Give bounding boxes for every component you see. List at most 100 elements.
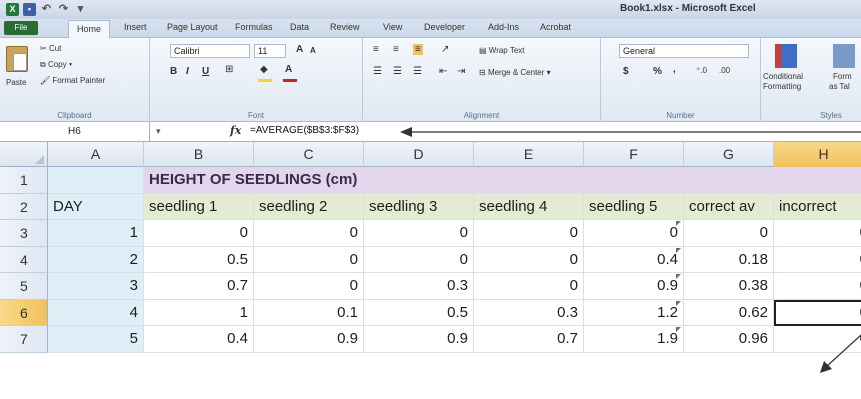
error-indicator-icon[interactable] <box>676 247 681 253</box>
column-header-a[interactable]: A <box>48 142 144 167</box>
column-header-e[interactable]: E <box>474 142 584 167</box>
sheet-title-cell[interactable]: HEIGHT OF SEEDLINGS (cm) <box>144 167 861 194</box>
insert-function-button[interactable]: fx <box>230 124 241 137</box>
data-cell[interactable]: 0.7 <box>474 326 584 353</box>
tab-developer[interactable]: Developer <box>424 22 465 32</box>
tab-data[interactable]: Data <box>290 22 309 32</box>
data-cell[interactable]: 1.2 <box>584 299 684 326</box>
row-header-6[interactable]: 6 <box>0 299 48 326</box>
align-right-icon[interactable]: ☰ <box>413 66 422 77</box>
column-label-cell[interactable]: seedling 4 <box>474 193 584 220</box>
align-bottom-icon[interactable]: ≡ <box>413 44 423 55</box>
format-painter-button[interactable]: 🖌 Format Painter <box>40 76 105 85</box>
error-indicator-icon[interactable] <box>676 327 681 332</box>
orientation-icon[interactable]: ↗ <box>441 44 449 55</box>
data-cell[interactable]: 0 <box>364 246 474 273</box>
redo-icon[interactable]: ↷ <box>57 3 70 16</box>
row-header-7[interactable]: 7 <box>0 326 48 353</box>
column-header-g[interactable]: G <box>684 142 774 167</box>
comma-button[interactable]: , <box>673 64 676 75</box>
data-cell[interactable]: 0 <box>474 273 584 300</box>
data-cell[interactable]: 0 <box>474 220 584 247</box>
italic-button[interactable]: I <box>186 66 189 77</box>
tab-home[interactable]: Home <box>68 20 111 38</box>
row-header-4[interactable]: 4 <box>0 246 48 273</box>
data-cell[interactable]: 0.9 <box>254 326 364 353</box>
align-middle-icon[interactable]: ≡ <box>393 44 399 55</box>
conditional-formatting-label-2[interactable]: Formatting <box>763 82 801 91</box>
name-box[interactable]: H6 <box>0 122 150 142</box>
error-indicator-icon[interactable] <box>676 274 681 279</box>
copy-button[interactable]: ⧉ Copy ▾ <box>40 60 72 70</box>
font-size-select[interactable]: 11 <box>254 44 286 58</box>
tab-page-layout[interactable]: Page Layout <box>167 22 218 32</box>
data-cell[interactable]: 0 <box>364 220 474 247</box>
data-cell[interactable]: 0 <box>774 220 861 247</box>
column-label-cell[interactable]: seedling 3 <box>364 193 474 220</box>
number-format-select[interactable]: General <box>619 44 749 58</box>
column-label-cell[interactable]: seedling 5 <box>584 193 684 220</box>
data-cell[interactable]: 1 <box>144 299 254 326</box>
data-cell[interactable]: 0.4 <box>584 246 684 273</box>
data-cell[interactable]: 0 <box>774 246 861 273</box>
bold-button[interactable]: B <box>170 66 177 77</box>
data-cell[interactable]: 0 <box>774 273 861 300</box>
tab-acrobat[interactable]: Acrobat <box>540 22 571 32</box>
column-label-cell[interactable]: seedling 1 <box>144 193 254 220</box>
data-cell[interactable]: 0 <box>254 220 364 247</box>
grow-font-button[interactable]: A <box>296 44 303 55</box>
currency-button[interactable]: $ <box>623 66 629 77</box>
day-header-cell[interactable]: DAY <box>48 193 144 220</box>
tab-add-ins[interactable]: Add-Ins <box>488 22 519 32</box>
data-cell[interactable]: 0 <box>684 220 774 247</box>
data-cell[interactable]: 0.3 <box>474 299 584 326</box>
column-header-d[interactable]: D <box>364 142 474 167</box>
save-icon[interactable]: ▪ <box>23 3 36 16</box>
name-box-dropdown-icon[interactable]: ▾ <box>156 126 161 137</box>
data-cell[interactable]: 0.3 <box>364 273 474 300</box>
data-cell[interactable]: 0.5 <box>364 299 474 326</box>
data-cell[interactable]: 0.5 <box>144 246 254 273</box>
data-cell[interactable]: 0.96 <box>684 326 774 353</box>
increase-decimal-icon[interactable]: ⁺.0 <box>696 66 707 75</box>
column-header-c[interactable]: C <box>254 142 364 167</box>
borders-icon[interactable]: ⊞ <box>225 64 233 75</box>
data-cell[interactable]: 0.18 <box>684 246 774 273</box>
error-indicator-icon[interactable] <box>676 221 681 226</box>
undo-icon[interactable]: ↶ <box>40 3 53 16</box>
data-cell[interactable]: 0 <box>584 220 684 247</box>
customize-qat-icon[interactable]: ▾ <box>74 3 87 16</box>
decrease-decimal-icon[interactable]: .00 <box>719 66 730 75</box>
tab-view[interactable]: View <box>383 22 402 32</box>
data-cell[interactable]: 1.9 <box>584 326 684 353</box>
column-label-cell[interactable]: correct av <box>684 193 774 220</box>
data-cell[interactable]: 0.38 <box>684 273 774 300</box>
day-cell[interactable]: 4 <box>48 299 144 326</box>
column-label-cell[interactable]: seedling 2 <box>254 193 364 220</box>
row-header-2[interactable]: 2 <box>0 193 48 220</box>
data-cell[interactable]: 0 <box>144 220 254 247</box>
column-header-h[interactable]: H <box>774 142 861 167</box>
conditional-formatting-icon[interactable] <box>775 44 797 68</box>
font-name-select[interactable]: Calibri <box>170 44 250 58</box>
align-center-icon[interactable]: ☰ <box>393 66 402 77</box>
font-color-icon[interactable]: A <box>285 64 292 75</box>
data-cell[interactable]: 0.4 <box>144 326 254 353</box>
column-header-b[interactable]: B <box>144 142 254 167</box>
fill-color-icon[interactable]: ◆ <box>260 64 268 75</box>
formula-input[interactable]: =AVERAGE($B$3:$F$3) <box>250 125 359 136</box>
row-header-5[interactable]: 5 <box>0 273 48 300</box>
tab-review[interactable]: Review <box>330 22 360 32</box>
align-left-icon[interactable]: ☰ <box>373 66 382 77</box>
data-cell[interactable]: 0.1 <box>254 299 364 326</box>
paste-icon[interactable] <box>6 46 28 72</box>
data-cell[interactable]: 0.9 <box>364 326 474 353</box>
tab-formulas[interactable]: Formulas <box>235 22 273 32</box>
data-cell[interactable]: 0 <box>474 246 584 273</box>
day-cell[interactable]: 3 <box>48 273 144 300</box>
row-header-3[interactable]: 3 <box>0 220 48 247</box>
percent-button[interactable]: % <box>653 66 662 77</box>
merge-center-button[interactable]: ⊟ Merge & Center ▾ <box>479 68 551 77</box>
cell-a1[interactable] <box>48 167 144 194</box>
column-header-f[interactable]: F <box>584 142 684 167</box>
